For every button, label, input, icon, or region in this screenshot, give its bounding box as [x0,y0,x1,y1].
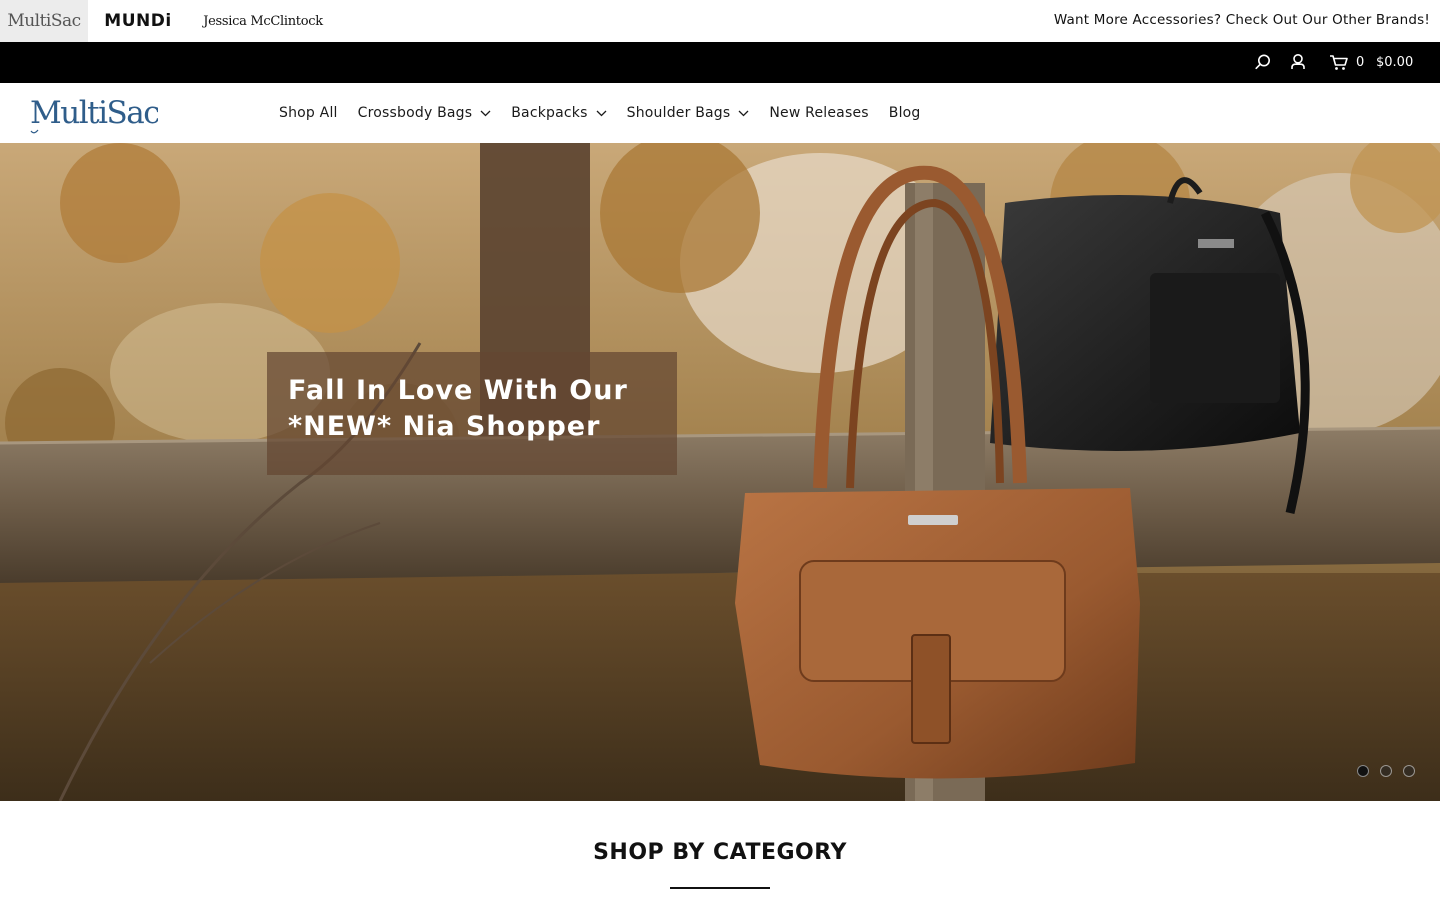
brand-tab-jessica-mcclintock[interactable]: Jessica McClintock [196,0,330,42]
hero-banner[interactable]: Fall In Love With Our *NEW* Nia Shopper [0,143,1440,801]
nav-label: Backpacks [511,105,588,121]
chevron-down-icon [738,110,749,116]
brand-bar: MultiSac MUNDi Jessica McClintock Want M… [0,0,1440,42]
search-icon[interactable] [1253,52,1273,72]
chevron-down-icon [480,110,491,116]
brand-tab-mundi[interactable]: MUNDi [96,0,180,42]
brand-tab-multisac[interactable]: MultiSac [0,0,88,42]
nav-label: Shop All [279,105,338,121]
svg-text:MultiSac: MultiSac [30,95,158,131]
nav-blog[interactable]: Blog [889,105,921,121]
nav-crossbody-bags[interactable]: Crossbody Bags [358,105,492,121]
hero-caption-line-2: *NEW* Nia Shopper [288,411,601,442]
nav-label: Blog [888,105,921,121]
main-nav: MultiSac Shop All Crossbody Bags Backpac… [0,83,1440,143]
nav-shoulder-bags[interactable]: Shoulder Bags [627,105,750,121]
shop-by-category-heading: SHOP BY CATEGORY [593,840,847,865]
user-icon[interactable] [1288,52,1308,72]
primary-nav-list: Shop All Crossbody Bags Backpacks Should… [279,83,921,143]
brands-promo-text[interactable]: Want More Accessories? Check Out Our Oth… [1054,0,1430,42]
brand-tab-label: MultiSac [7,11,81,31]
nav-label: Shoulder Bags [626,105,731,121]
nav-new-releases[interactable]: New Releases [769,105,868,121]
multisac-logo[interactable]: MultiSac [28,91,158,135]
brand-tab-label: MUNDi [104,11,172,31]
cart-total[interactable]: $0.00 [1376,42,1413,83]
utility-bar: 0 $0.00 [0,42,1440,83]
chevron-down-icon [596,110,607,116]
slider-dot-1[interactable] [1357,765,1369,777]
slider-dot-3[interactable] [1403,765,1415,777]
slider-dots [1357,765,1415,777]
slider-dot-2[interactable] [1380,765,1392,777]
heading-underline [670,887,770,889]
cart-count[interactable]: 0 [1356,42,1364,83]
nav-label: New Releases [769,105,869,121]
hero-caption[interactable]: Fall In Love With Our *NEW* Nia Shopper [267,352,677,475]
brand-tab-label: Jessica McClintock [203,13,323,29]
nav-shop-all[interactable]: Shop All [279,105,338,121]
nav-backpacks[interactable]: Backpacks [511,105,607,121]
hero-caption-line-1: Fall In Love With Our [288,375,628,406]
nav-label: Crossbody Bags [357,105,473,121]
cart-icon[interactable] [1328,52,1350,72]
hero-image [0,143,1440,801]
